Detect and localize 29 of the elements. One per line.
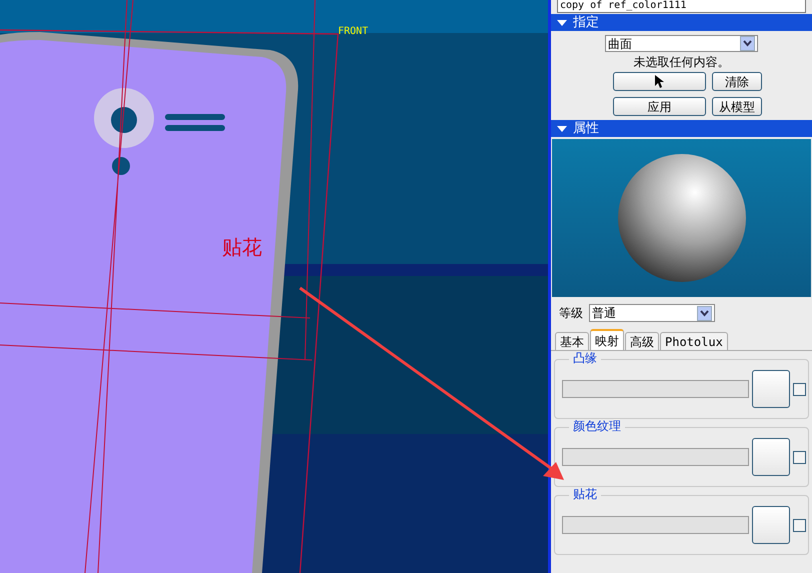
decal-label: 贴花	[222, 234, 262, 261]
datum-label: FRONT	[338, 25, 368, 39]
section-header[interactable]: 属性	[551, 120, 812, 137]
texture-button[interactable]	[752, 506, 790, 544]
tab[interactable]: 基本	[555, 332, 589, 350]
tab[interactable]: 映射	[590, 329, 624, 350]
select-button[interactable]	[613, 72, 706, 91]
checkbox[interactable]	[793, 518, 806, 532]
panel-button[interactable]: 从模型	[712, 97, 762, 116]
checkbox[interactable]	[793, 382, 806, 396]
group-title: 凸缘	[569, 351, 601, 365]
group-title: 颜色纹理	[569, 419, 625, 433]
tab[interactable]: 高级	[625, 332, 659, 350]
panel-button[interactable]: 应用	[613, 97, 706, 116]
checkbox[interactable]	[793, 450, 806, 464]
level-select[interactable]: 普通	[589, 304, 715, 322]
level-label: 等级	[559, 305, 583, 322]
collapse-triangle-icon	[557, 124, 567, 132]
tab[interactable]: Photolux	[660, 332, 728, 350]
geometry-select[interactable]: 曲面	[605, 35, 758, 52]
section-header[interactable]: 指定	[551, 14, 812, 31]
pointer-icon	[654, 74, 664, 88]
name-field[interactable]: copy of ref_color1111	[557, 0, 806, 13]
collapse-triangle-icon	[557, 18, 567, 26]
texture-button[interactable]	[752, 438, 790, 476]
texture-button[interactable]	[752, 370, 790, 408]
panel-button[interactable]: 清除	[712, 72, 762, 91]
status-text: 未选取任何内容。	[634, 56, 730, 68]
group-title: 贴花	[569, 487, 601, 501]
